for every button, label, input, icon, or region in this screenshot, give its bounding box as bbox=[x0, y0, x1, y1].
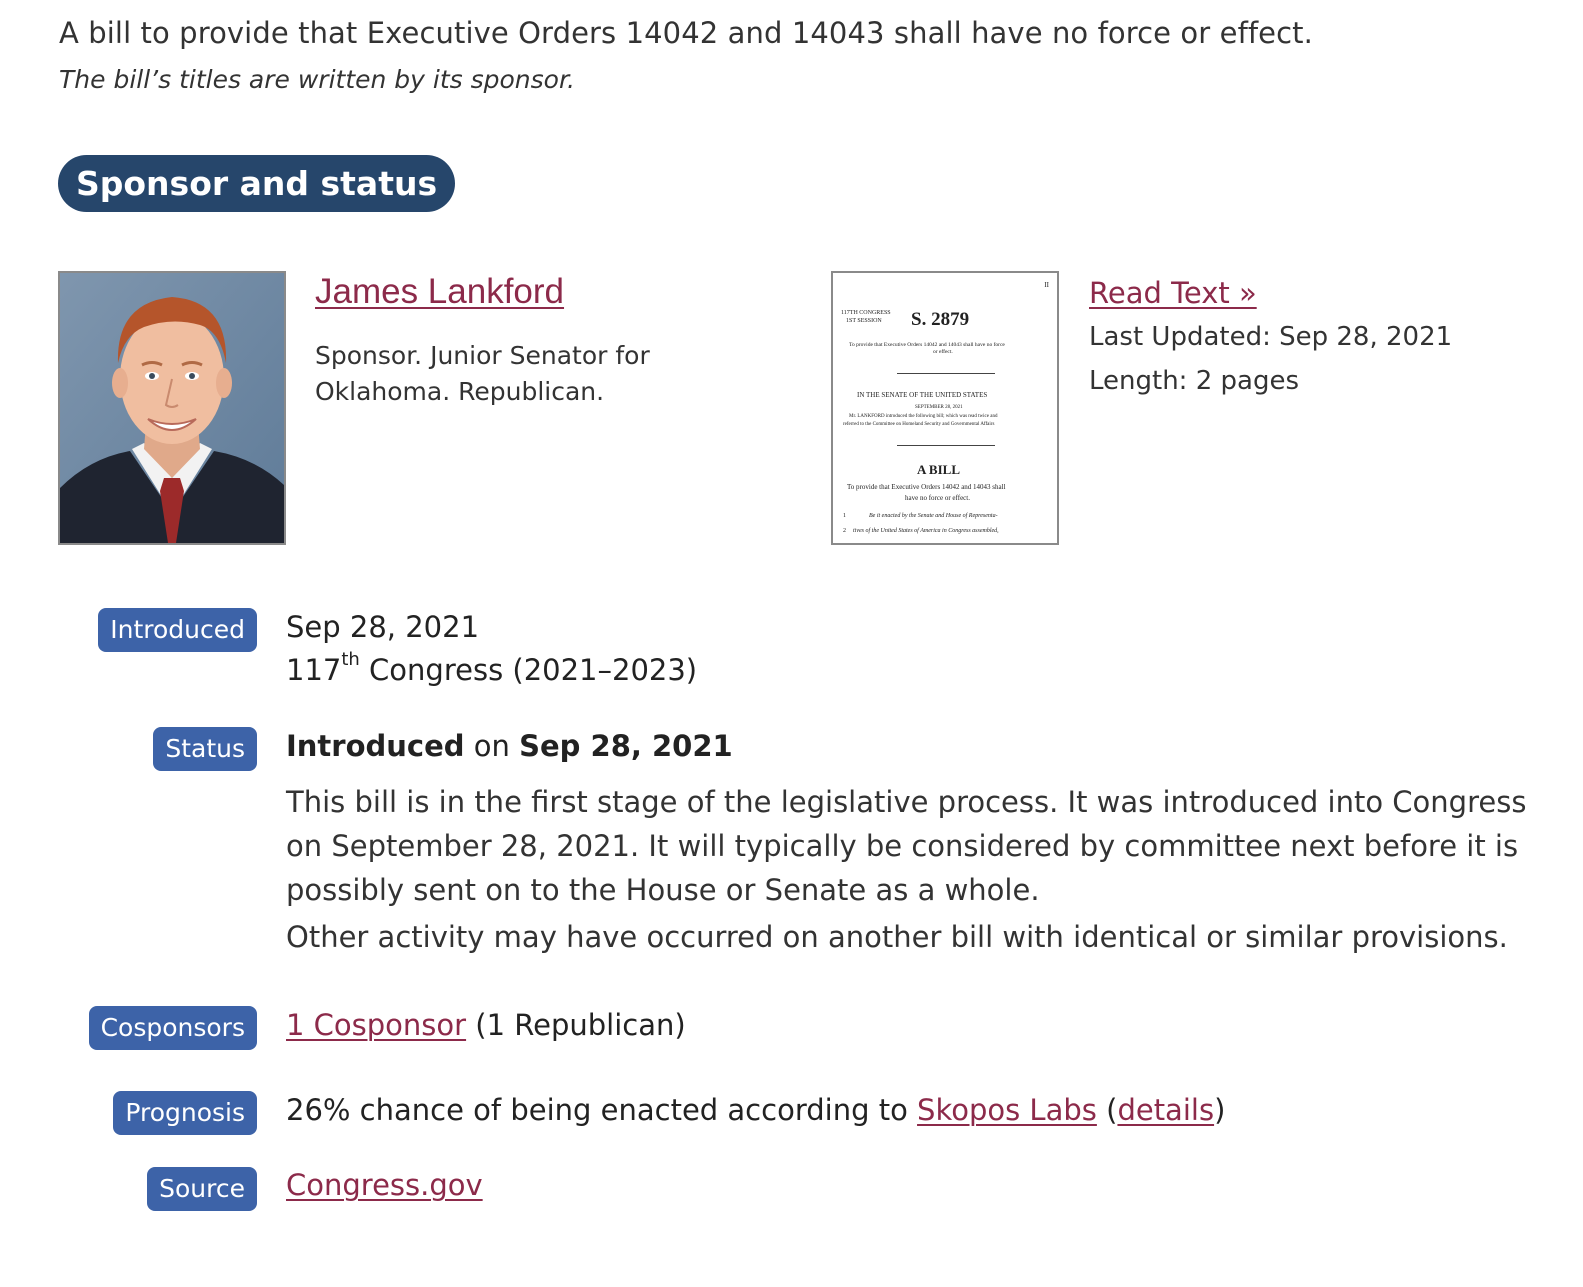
doc-purpose-line2: have no force or effect. bbox=[905, 494, 970, 502]
source-line: Congress.gov bbox=[286, 1168, 483, 1202]
status-on: on bbox=[464, 729, 520, 763]
bill-length: Length: 2 pages bbox=[1089, 366, 1299, 396]
doc-purpose-short: To provide that Executive Orders 14042 a… bbox=[849, 342, 1005, 348]
introduced-date: Sep 28, 2021 bbox=[286, 610, 480, 644]
doc-purpose-short2: or effect. bbox=[933, 349, 953, 355]
sponsor-photo[interactable] bbox=[58, 271, 286, 545]
bill-title-note: The bill’s titles are written by its spo… bbox=[59, 65, 575, 94]
doc-line1-text: Be it enacted by the Senate and House of… bbox=[869, 513, 998, 519]
introduced-badge: Introduced bbox=[98, 608, 257, 652]
doc-rule-1 bbox=[897, 373, 995, 374]
doc-date: SEPTEMBER 28, 2021 bbox=[915, 405, 963, 410]
cosponsors-line: 1 Cosponsor (1 Republican) bbox=[286, 1008, 686, 1042]
prognosis-paren-open: ( bbox=[1096, 1093, 1118, 1127]
read-text-link[interactable]: Read Text » bbox=[1089, 276, 1257, 310]
sponsor-name-link[interactable]: James Lankford bbox=[315, 272, 564, 312]
source-badge: Source bbox=[147, 1167, 257, 1211]
sponsor-portrait-image bbox=[60, 273, 284, 543]
bill-last-updated: Last Updated: Sep 28, 2021 bbox=[1089, 322, 1453, 352]
prognosis-line: 26% chance of being enacted according to… bbox=[286, 1093, 1225, 1127]
congress-ordinal-suffix: th bbox=[341, 649, 360, 670]
prognosis-details-link[interactable]: details bbox=[1117, 1093, 1214, 1127]
prognosis-badge: Prognosis bbox=[113, 1091, 257, 1135]
congress-session-range: Congress (2021–2023) bbox=[359, 653, 698, 687]
doc-chamber: IN THE SENATE OF THE UNITED STATES bbox=[857, 391, 988, 399]
status-other-activity: Other activity may have occurred on anot… bbox=[286, 920, 1508, 954]
bill-title: A bill to provide that Executive Orders … bbox=[59, 16, 1313, 50]
doc-bill-number: S. 2879 bbox=[911, 309, 970, 330]
cosponsor-party-breakdown: (1 Republican) bbox=[466, 1008, 686, 1042]
section-heading-sponsor-status: Sponsor and status bbox=[58, 155, 456, 212]
doc-intro-line2: referred to the Committee on Homeland Se… bbox=[843, 422, 995, 427]
doc-congress-line1: 117TH CONGRESS bbox=[841, 310, 891, 316]
doc-congress-line2: 1ST SESSION bbox=[846, 318, 882, 324]
doc-intro-line1: Mr. LANKFORD introduced the following bi… bbox=[849, 414, 998, 419]
doc-line1-number: 1 bbox=[843, 513, 846, 519]
status-description: This bill is in the first stage of the l… bbox=[286, 785, 1527, 907]
cosponsor-link[interactable]: 1 Cosponsor bbox=[286, 1008, 466, 1042]
congress-number: 117 bbox=[286, 653, 342, 687]
status-line: Introduced on Sep 28, 2021 bbox=[286, 729, 733, 763]
cosponsors-badge: Cosponsors bbox=[88, 1006, 257, 1050]
prognosis-text: 26% chance of being enacted according to bbox=[286, 1093, 918, 1127]
doc-line2-number: 2 bbox=[843, 528, 846, 534]
doc-rule-2 bbox=[897, 445, 995, 446]
status-date: Sep 28, 2021 bbox=[519, 729, 733, 763]
skopos-labs-link[interactable]: Skopos Labs bbox=[917, 1093, 1097, 1127]
doc-heading: A BILL bbox=[917, 462, 960, 477]
doc-page-marker: II bbox=[1044, 281, 1049, 289]
bill-text-thumbnail[interactable]: II 117TH CONGRESS 1ST SESSION S. 2879 To… bbox=[831, 271, 1059, 545]
congress-gov-link[interactable]: Congress.gov bbox=[286, 1168, 483, 1202]
prognosis-paren-close: ) bbox=[1214, 1093, 1226, 1127]
doc-purpose-line1: To provide that Executive Orders 14042 a… bbox=[847, 483, 1006, 491]
sponsor-description: Sponsor. Junior Senator for Oklahoma. Re… bbox=[315, 341, 650, 406]
doc-line2-text: tives of the United States of America in… bbox=[853, 528, 999, 534]
status-state: Introduced bbox=[286, 729, 465, 763]
status-badge: Status bbox=[153, 727, 257, 771]
introduced-congress: 117th Congress (2021–2023) bbox=[286, 649, 698, 687]
